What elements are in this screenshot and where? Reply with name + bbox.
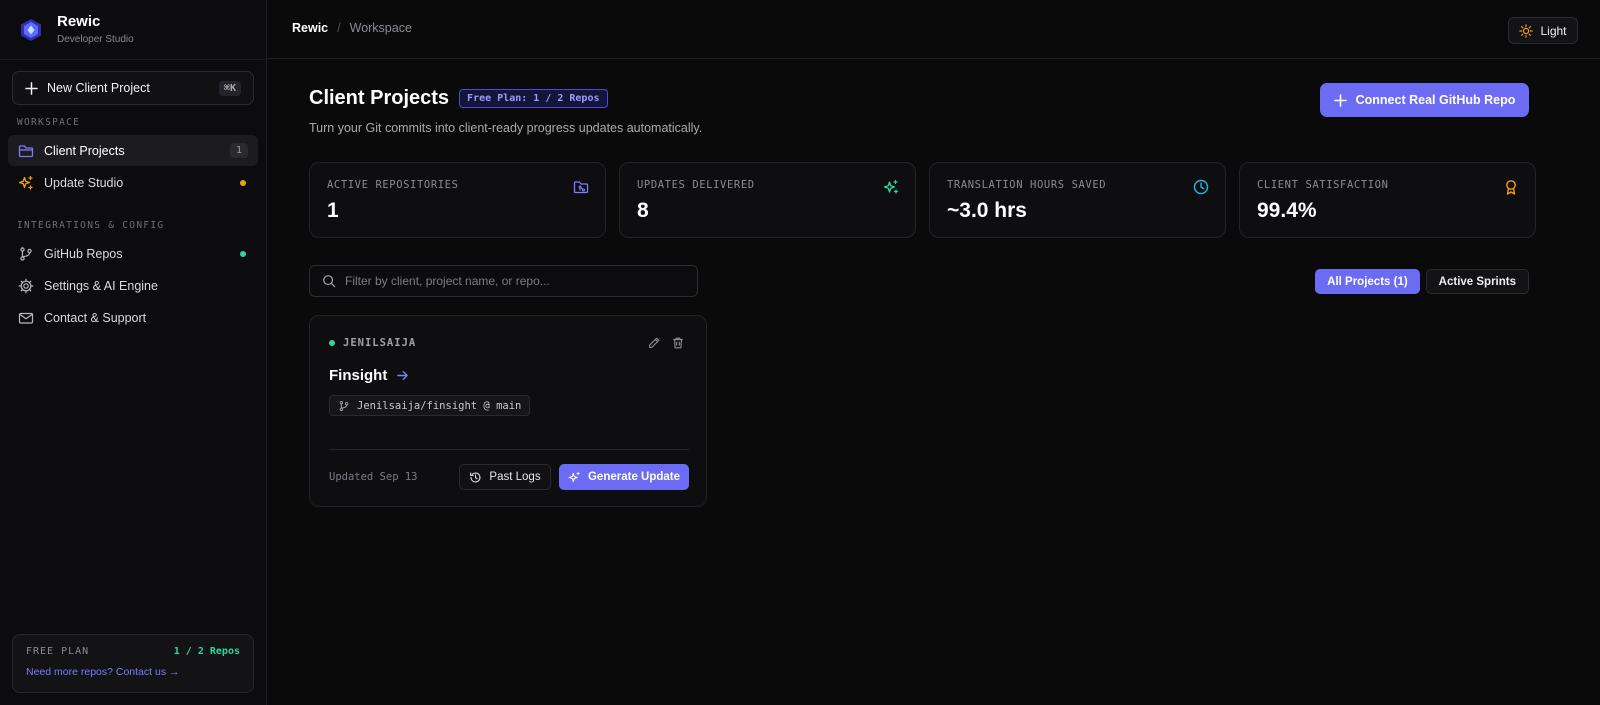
sidebar-item-client-projects[interactable]: Client Projects 1 xyxy=(8,135,258,166)
brand[interactable]: Rewic Developer Studio xyxy=(19,13,134,47)
client-name: JENILSAIJA xyxy=(343,337,417,349)
section-label-workspace: WORKSPACE xyxy=(17,117,81,128)
stat-value: ~3.0 hrs xyxy=(947,199,1027,222)
delete-button[interactable] xyxy=(671,336,685,350)
trash-icon xyxy=(673,337,683,349)
theme-toggle-button[interactable]: Light xyxy=(1508,17,1578,44)
search-input[interactable] xyxy=(345,274,685,288)
sidebar-item-update-studio[interactable]: Update Studio xyxy=(8,167,258,198)
arrow-right-icon xyxy=(397,371,409,380)
connect-button-label: Connect Real GitHub Repo xyxy=(1355,93,1516,107)
stat-label: CLIENT SATISFACTION xyxy=(1257,179,1389,191)
stat-card-updates-delivered: UPDATES DELIVERED 8 xyxy=(619,162,916,238)
repo-name: Jenilsaija/finsight @ main xyxy=(357,399,522,412)
generate-update-button[interactable]: Generate Update xyxy=(559,464,689,490)
folder-git-icon xyxy=(573,181,589,194)
updated-date: Updated Sep 13 xyxy=(329,471,418,483)
plan-badge: Free Plan: 1 / 2 Repos xyxy=(459,89,608,108)
edit-button[interactable] xyxy=(647,336,661,350)
shortcut-badge: ⌘K xyxy=(218,80,241,96)
new-client-project-label: New Client Project xyxy=(47,81,150,95)
plus-icon xyxy=(1333,93,1347,107)
pencil-icon xyxy=(649,337,660,348)
stat-card-active-repos: ACTIVE REPOSITORIES 1 xyxy=(309,162,606,238)
sidebar-item-label: Settings & AI Engine xyxy=(44,278,158,293)
sidebar-item-label: Contact & Support xyxy=(44,310,147,325)
breadcrumb-root[interactable]: Rewic xyxy=(292,21,328,35)
folder-icon xyxy=(18,144,34,157)
project-title-link[interactable]: Finsight xyxy=(329,367,409,384)
award-icon xyxy=(1506,180,1516,195)
project-name: Finsight xyxy=(329,367,388,384)
status-dot xyxy=(329,340,335,346)
divider xyxy=(329,449,689,450)
mail-icon xyxy=(18,312,34,324)
sidebar-item-settings[interactable]: Settings & AI Engine xyxy=(8,270,258,301)
breadcrumb: Rewic / Workspace xyxy=(292,21,412,35)
tab-active-sprints[interactable]: Active Sprints xyxy=(1425,269,1529,294)
brand-name: Rewic xyxy=(57,13,101,30)
stat-label: ACTIVE REPOSITORIES xyxy=(327,179,459,191)
sun-icon xyxy=(1519,23,1534,38)
stat-value: 1 xyxy=(327,199,339,222)
past-logs-label: Past Logs xyxy=(489,471,541,483)
project-card: JENILSAIJA Finsight Jenilsaija/finsight … xyxy=(309,315,707,507)
sidebar: Rewic Developer Studio New Client Projec… xyxy=(0,0,267,705)
tab-all-projects[interactable]: All Projects (1) xyxy=(1315,269,1420,294)
project-filter-tabs: All Projects (1) Active Sprints xyxy=(1315,269,1529,294)
title-row: Client Projects Free Plan: 1 / 2 Repos xyxy=(309,87,608,110)
brand-subtitle: Developer Studio xyxy=(57,34,134,45)
stat-card-satisfaction: CLIENT SATISFACTION 99.4% xyxy=(1239,162,1536,238)
sparkles-icon xyxy=(568,471,580,482)
new-client-project-button[interactable]: New Client Project ⌘K xyxy=(12,71,254,105)
sidebar-item-label: Client Projects xyxy=(44,143,125,158)
sidebar-item-label: Update Studio xyxy=(44,175,124,190)
plan-title: FREE PLAN xyxy=(26,646,90,657)
plus-icon xyxy=(25,81,38,95)
connect-github-repo-button[interactable]: Connect Real GitHub Repo xyxy=(1320,83,1529,117)
sidebar-item-github-repos[interactable]: GitHub Repos xyxy=(8,238,258,269)
sparkles-icon xyxy=(883,179,899,194)
plan-count: 1 / 2 Repos xyxy=(173,646,240,657)
logo-icon xyxy=(21,19,41,41)
count-badge: 1 xyxy=(229,143,248,158)
sparkles-icon xyxy=(18,175,33,190)
stat-value: 99.4% xyxy=(1257,199,1317,222)
page-title: Client Projects xyxy=(309,87,450,109)
divider xyxy=(0,59,267,60)
status-dot xyxy=(240,179,246,186)
stat-label: UPDATES DELIVERED xyxy=(637,179,755,191)
generate-update-label: Generate Update xyxy=(587,471,681,483)
project-client: JENILSAIJA xyxy=(329,337,416,349)
gear-icon xyxy=(18,278,34,293)
git-branch-icon xyxy=(339,400,349,411)
clock-icon xyxy=(1193,179,1209,195)
contact-us-link[interactable]: Need more repos? Contact us → xyxy=(26,666,240,678)
breadcrumb-current: Workspace xyxy=(349,21,412,35)
main-content: Client Projects Free Plan: 1 / 2 Repos T… xyxy=(267,60,1600,705)
stat-value: 8 xyxy=(637,199,649,222)
section-label-integrations: INTEGRATIONS & CONFIG xyxy=(17,220,165,231)
topbar: Rewic / Workspace Light xyxy=(267,0,1600,59)
search-icon xyxy=(323,275,336,288)
repo-badge: Jenilsaija/finsight @ main xyxy=(329,395,531,416)
plan-box: FREE PLAN 1 / 2 Repos Need more repos? C… xyxy=(12,634,254,693)
git-branch-icon xyxy=(20,246,32,261)
past-logs-button[interactable]: Past Logs xyxy=(459,464,551,490)
sidebar-item-label: GitHub Repos xyxy=(44,246,123,261)
project-actions xyxy=(647,336,685,350)
page-subtitle: Turn your Git commits into client-ready … xyxy=(309,121,703,135)
stat-card-hours-saved: TRANSLATION HOURS SAVED ~3.0 hrs xyxy=(929,162,1226,238)
theme-toggle-label: Light xyxy=(1540,23,1567,38)
status-dot xyxy=(240,250,246,257)
breadcrumb-separator: / xyxy=(337,21,341,35)
sidebar-item-contact[interactable]: Contact & Support xyxy=(8,302,258,333)
history-icon xyxy=(470,471,481,483)
stat-label: TRANSLATION HOURS SAVED xyxy=(947,179,1107,191)
search-field[interactable] xyxy=(309,265,698,297)
